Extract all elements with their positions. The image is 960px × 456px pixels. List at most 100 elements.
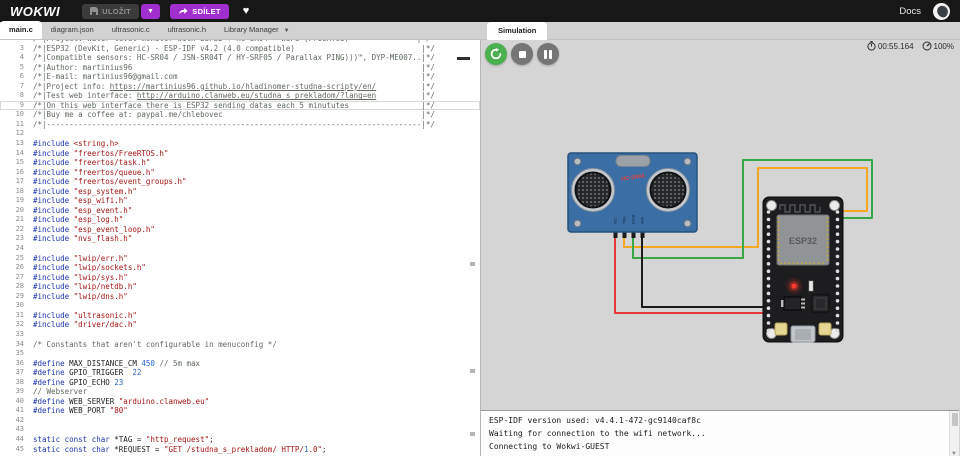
- code-line[interactable]: 29#include "lwip/dns.h": [0, 292, 480, 302]
- sim-speed: 100%: [922, 41, 954, 51]
- en-button[interactable]: [775, 323, 787, 335]
- code-line[interactable]: 26#include "lwip/sockets.h": [0, 263, 480, 273]
- code-line[interactable]: 8/*|Test web interface: http://arduino.c…: [0, 91, 480, 101]
- topbar: WOKWI ULOŽIT ▼ SDÍLET ♥ Docs: [0, 0, 960, 22]
- serial-console[interactable]: ESP-IDF version used: v4.4.1-472-gc9140c…: [481, 410, 959, 456]
- line-number: 16: [0, 168, 24, 178]
- code-line[interactable]: 25#include "lwip/err.h": [0, 254, 480, 264]
- code-line[interactable]: 14#include "freertos/FreeRTOS.h": [0, 149, 480, 159]
- line-number: 38: [0, 378, 24, 388]
- power-led: [786, 278, 802, 294]
- code-line[interactable]: 38#define GPIO_ECHO 23: [0, 378, 480, 388]
- circuit-canvas[interactable]: HC-SR04 VCCTRIGECHOGND ESP32: [481, 40, 959, 410]
- console-scrollbar[interactable]: ▼: [949, 411, 959, 456]
- sensor-pin-label-GND: GND: [641, 216, 645, 224]
- line-number: 5: [0, 63, 24, 73]
- line-number: 41: [0, 406, 24, 416]
- code-line[interactable]: 20#include "esp_event.h": [0, 206, 480, 216]
- code-line[interactable]: 16#include "freertos/queue.h": [0, 168, 480, 178]
- code-line[interactable]: 44static const char *TAG = "http_request…: [0, 435, 480, 445]
- boot-button[interactable]: [819, 323, 831, 335]
- code-line[interactable]: 18#include "esp_system.h": [0, 187, 480, 197]
- code-line[interactable]: 5/*|Author: martinius96 |*/: [0, 63, 480, 73]
- line-number: 32: [0, 320, 24, 330]
- tab-ultrasonic.h[interactable]: ultrasonic.h: [159, 21, 215, 39]
- line-number: 27: [0, 273, 24, 283]
- code-line[interactable]: 34/* Constants that aren't configurable …: [0, 340, 480, 350]
- overview-ruler-mark: [470, 432, 475, 436]
- chevron-down-icon: ▼: [284, 28, 290, 34]
- code-line[interactable]: 31#include "ultrasonic.h": [0, 311, 480, 321]
- line-number: 28: [0, 282, 24, 292]
- scroll-down-icon[interactable]: ▼: [951, 451, 957, 456]
- sensor-pin-label-TRIG: TRIG: [623, 216, 627, 224]
- tab-simulation[interactable]: Simulation: [487, 22, 547, 40]
- library-manager-tab[interactable]: Library Manager▼: [215, 21, 299, 39]
- stop-simulation-button[interactable]: [511, 43, 533, 65]
- floppy-icon: [90, 7, 98, 15]
- code-line[interactable]: 13#include <string.h>: [0, 139, 480, 149]
- code-line[interactable]: 10/*|Buy me a coffee at: paypal.me/chleb…: [0, 110, 480, 120]
- code-line[interactable]: 6/*|E-mail: martinius96@gmail.com |*/: [0, 72, 480, 82]
- simulation-controls: [485, 43, 559, 65]
- code-line[interactable]: 43: [0, 425, 480, 435]
- console-line: ESP-IDF version used: v4.4.1-472-gc9140c…: [489, 414, 945, 427]
- line-number: 20: [0, 206, 24, 216]
- restart-simulation-button[interactable]: [485, 43, 507, 65]
- code-line[interactable]: 39// Webserver: [0, 387, 480, 397]
- esp32-board[interactable]: ESP32: [763, 197, 843, 342]
- code-line[interactable]: 11/*|-----------------------------------…: [0, 120, 480, 130]
- console-scrollbar-thumb[interactable]: [952, 413, 958, 426]
- pause-simulation-button[interactable]: [537, 43, 559, 65]
- code-line[interactable]: 37#define GPIO_TRIGGER 22: [0, 368, 480, 378]
- code-line[interactable]: 30: [0, 301, 480, 311]
- save-button[interactable]: ULOŽIT: [82, 4, 139, 19]
- stop-icon: [519, 51, 526, 58]
- tab-main.c[interactable]: main.c: [0, 21, 42, 39]
- code-line[interactable]: 19#include "esp_wifi.h": [0, 196, 480, 206]
- code-line[interactable]: 21#include "esp_log.h": [0, 215, 480, 225]
- voltage-regulator: [781, 297, 805, 310]
- line-number: 34: [0, 340, 24, 350]
- code-line[interactable]: 22#include "esp_event_loop.h": [0, 225, 480, 235]
- sensor-pin-label-VCC: VCC: [614, 217, 618, 224]
- code-line[interactable]: 23#include "nvs_flash.h": [0, 234, 480, 244]
- code-line[interactable]: 45static const char *REQUEST = "GET /stu…: [0, 445, 480, 455]
- code-line[interactable]: 35: [0, 349, 480, 359]
- tab-diagram.json[interactable]: diagram.json: [42, 21, 103, 39]
- code-line[interactable]: 12: [0, 129, 480, 139]
- code-line[interactable]: 40#define WEB_SERVER "arduino.clanweb.eu…: [0, 397, 480, 407]
- line-number: 10: [0, 110, 24, 120]
- hc-sr04-sensor[interactable]: HC-SR04 VCCTRIGECHOGND: [568, 153, 697, 238]
- code-line[interactable]: 15#include "freertos/task.h": [0, 158, 480, 168]
- code-line[interactable]: 28#include "lwip/netdb.h": [0, 282, 480, 292]
- save-dropdown-button[interactable]: ▼: [141, 4, 160, 19]
- share-button[interactable]: SDÍLET: [170, 4, 228, 19]
- line-number: 37: [0, 368, 24, 378]
- usb-uart-chip: [812, 295, 829, 312]
- docs-link[interactable]: Docs: [899, 6, 921, 17]
- code-line[interactable]: 41#define WEB_PORT "80": [0, 406, 480, 416]
- simulation-panel: 00:55.164 100%: [481, 40, 959, 456]
- board-label: ESP32: [789, 236, 817, 246]
- pause-icon: [544, 50, 552, 59]
- code-editor[interactable]: 2/*|Project: Water level monitor with ES…: [0, 40, 481, 456]
- code-line[interactable]: 7/*|Project info: https://martinius96.gi…: [0, 82, 480, 92]
- code-line[interactable]: 32#include "driver/dac.h": [0, 320, 480, 330]
- tab-ultrasonic.c[interactable]: ultrasonic.c: [103, 21, 159, 39]
- code-line[interactable]: 4/*|Compatible sensors: HC-SR04 / JSN-SR…: [0, 53, 480, 63]
- code-line[interactable]: 27#include "lwip/sys.h": [0, 273, 480, 283]
- code-line[interactable]: 3/*|ESP32 (DevKit, Generic) - ESP-IDF v4…: [0, 44, 480, 54]
- heart-icon[interactable]: ♥: [243, 6, 250, 17]
- code-line[interactable]: 36#define MAX_DISTANCE_CM 450 // 5m max: [0, 359, 480, 369]
- code-line[interactable]: 9/*|On this web interface there is ESP32…: [0, 101, 480, 111]
- oscillator: [616, 156, 650, 167]
- overview-ruler-cursor: [457, 57, 470, 60]
- code-line[interactable]: 24: [0, 244, 480, 254]
- line-number: 21: [0, 215, 24, 225]
- wokwi-logo: WOKWI: [10, 4, 60, 19]
- code-line[interactable]: 17#include "freertos/event_groups.h": [0, 177, 480, 187]
- code-line[interactable]: 42: [0, 416, 480, 426]
- code-line[interactable]: 33: [0, 330, 480, 340]
- user-avatar[interactable]: [933, 3, 950, 20]
